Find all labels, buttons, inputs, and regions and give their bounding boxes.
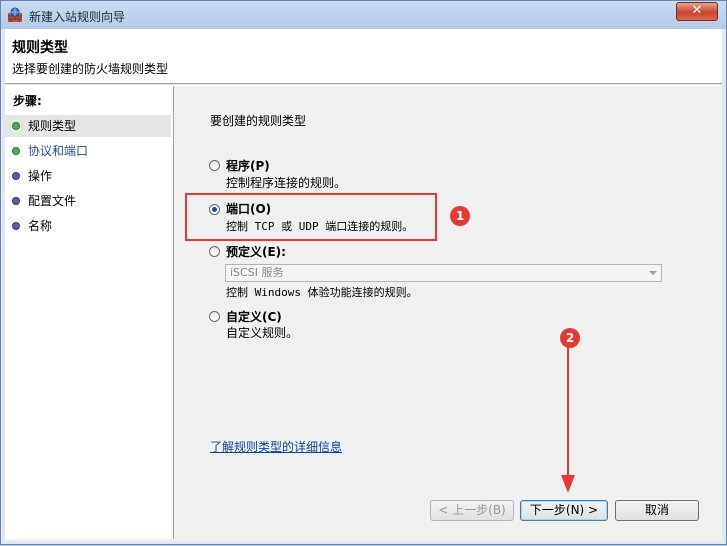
annotation-arrow: [561, 347, 575, 493]
wizard-window: 新建入站规则向导 ✕ 规则类型 选择要创建的防火墙规则类型 步骤: 规则类型 协…: [0, 0, 727, 545]
